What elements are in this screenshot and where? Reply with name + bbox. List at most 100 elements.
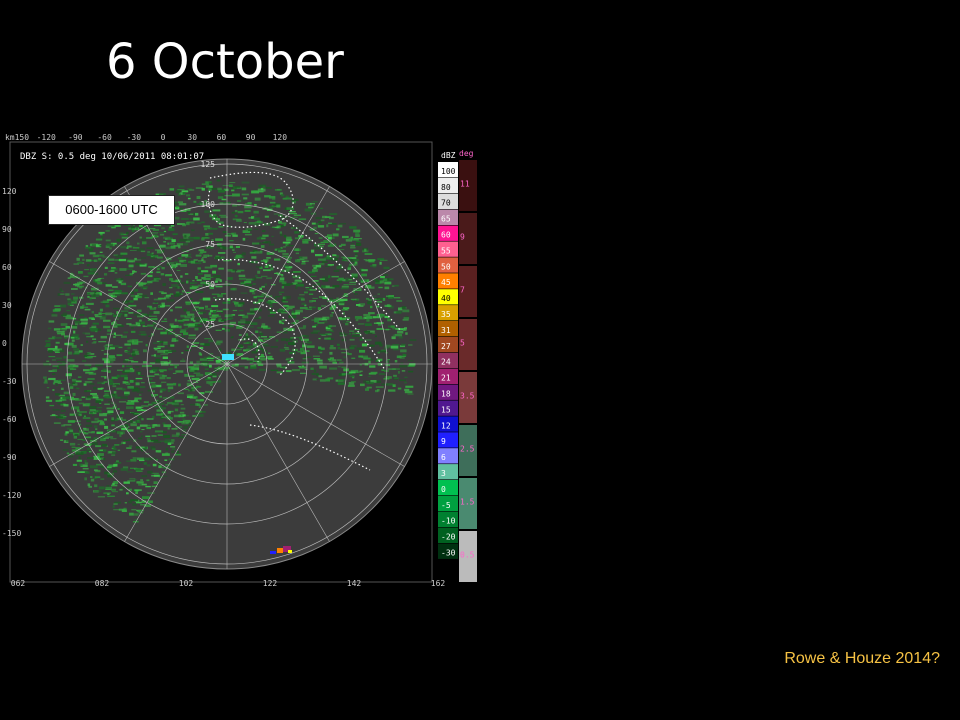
echo-cell xyxy=(318,296,326,299)
echo-cell xyxy=(193,372,201,374)
echo-cell xyxy=(159,233,165,236)
echo-cell xyxy=(67,299,73,302)
echo-cell xyxy=(174,366,178,369)
echo-cell xyxy=(329,213,338,215)
echo-cell xyxy=(139,375,144,377)
echo-cell xyxy=(165,404,169,406)
echo-cell xyxy=(125,268,133,270)
echo-cell xyxy=(151,384,157,388)
echo-cell xyxy=(84,390,91,393)
echo-cell xyxy=(48,377,56,381)
echo-cell xyxy=(338,317,342,320)
echo-cell xyxy=(204,266,213,269)
echo-cell xyxy=(200,251,207,253)
echo-cell xyxy=(301,302,306,305)
echo-cell xyxy=(99,413,107,417)
echo-cell xyxy=(154,348,158,351)
echo-cell xyxy=(147,492,155,494)
echo-cell xyxy=(209,185,213,188)
echo-cell xyxy=(111,488,116,491)
echo-cell xyxy=(170,446,176,448)
echo-cell xyxy=(142,325,146,328)
echo-cell xyxy=(387,359,390,361)
echo-cell xyxy=(320,347,325,350)
echo-cell xyxy=(111,417,114,421)
echo-cell xyxy=(86,420,91,423)
echo-cell xyxy=(114,418,119,421)
echo-cell xyxy=(206,357,214,359)
echo-cell xyxy=(194,327,199,331)
echo-cell xyxy=(288,342,296,346)
colorbar-label: 18 xyxy=(441,390,451,399)
echo-cell xyxy=(229,240,234,242)
echo-cell xyxy=(111,454,116,456)
echo-cell xyxy=(116,280,124,282)
echo-cell xyxy=(162,422,166,425)
colorbar-label: 24 xyxy=(441,358,451,367)
echo-cell xyxy=(405,385,414,388)
echo-cell xyxy=(73,435,77,439)
echo-cell xyxy=(408,344,413,346)
echo-cell xyxy=(407,360,414,362)
echo-cell xyxy=(175,306,182,309)
echo-cell xyxy=(65,293,70,296)
echo-cell xyxy=(354,255,358,257)
echo-cell xyxy=(73,330,76,334)
echo-cell xyxy=(236,219,242,222)
echo-cell xyxy=(101,235,104,239)
echo-cell xyxy=(171,448,176,450)
echo-cell xyxy=(336,249,345,251)
echo-cell xyxy=(195,290,204,293)
echo-cell xyxy=(331,275,339,278)
echo-cell xyxy=(215,329,222,331)
echo-cell xyxy=(215,315,221,318)
echo-cell xyxy=(321,305,327,307)
echo-cell xyxy=(273,213,279,215)
echo-cell xyxy=(310,306,316,309)
echo-cell xyxy=(85,245,89,247)
echo-cell xyxy=(333,269,340,272)
echo-cell xyxy=(308,206,314,209)
echo-cell xyxy=(73,348,80,351)
echo-cell xyxy=(147,324,154,327)
echo-cell xyxy=(379,280,384,284)
echo-cell xyxy=(279,293,282,295)
echo-cell xyxy=(142,241,147,245)
echo-cell xyxy=(140,386,146,389)
echo-cell xyxy=(399,364,408,368)
echo-cell xyxy=(140,250,146,253)
echo-cell xyxy=(329,243,332,246)
echo-cell xyxy=(266,301,271,304)
echo-cell xyxy=(318,337,321,340)
echo-cell xyxy=(136,426,141,430)
echo-cell xyxy=(291,310,295,313)
echo-cell xyxy=(171,434,179,437)
echo-cell xyxy=(251,256,257,259)
echo-cell xyxy=(185,240,190,243)
echo-cell xyxy=(363,313,371,317)
echo-cell xyxy=(85,302,94,305)
echo-cell xyxy=(134,489,142,491)
echo-cell xyxy=(102,300,110,303)
echo-cell xyxy=(84,332,91,335)
echo-cell xyxy=(121,335,127,338)
echo-cell xyxy=(253,210,259,214)
echo-cell xyxy=(396,311,402,314)
echo-cell xyxy=(66,310,71,312)
echo-cell xyxy=(297,351,303,353)
echo-cell xyxy=(178,383,181,387)
echo-cell xyxy=(84,308,91,311)
colorbar-label: 12 xyxy=(441,421,451,430)
colorbar-label: 60 xyxy=(441,231,451,240)
echo-cell xyxy=(126,231,129,235)
echo-cell xyxy=(158,369,167,372)
echo-cell xyxy=(48,320,55,323)
echo-cell xyxy=(350,381,356,383)
echo-cell xyxy=(304,208,312,212)
echo-cell xyxy=(144,297,150,299)
echo-cell xyxy=(77,281,83,284)
echo-cell xyxy=(107,495,115,497)
echo-cell xyxy=(52,369,57,372)
echo-cell xyxy=(340,301,345,304)
echo-cell xyxy=(329,325,336,327)
